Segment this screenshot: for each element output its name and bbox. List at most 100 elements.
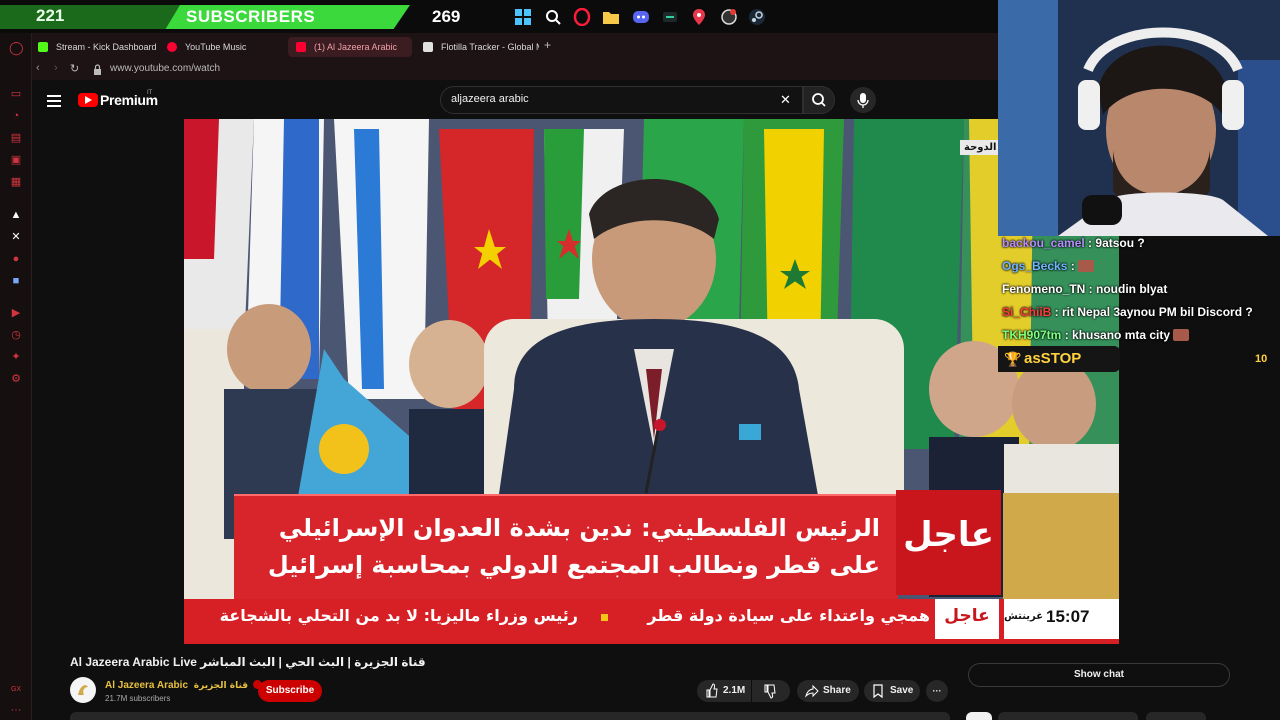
location-tag: الدوحة bbox=[960, 140, 1001, 155]
search-button[interactable] bbox=[803, 86, 835, 114]
sidebar-x-icon[interactable]: ✕ bbox=[9, 230, 23, 244]
share-icon bbox=[805, 680, 819, 711]
chat-username: Ogs_Becks bbox=[1002, 259, 1068, 273]
subscriber-count-box bbox=[0, 5, 180, 29]
al-jazeera-avatar-icon bbox=[78, 685, 88, 695]
app-icon[interactable] bbox=[659, 6, 681, 28]
filter-chip-from-channel[interactable] bbox=[998, 712, 1138, 720]
sidebar-twitch-icon[interactable]: ▣ bbox=[9, 153, 23, 167]
tab-youtube-music[interactable]: YouTube Music bbox=[159, 37, 284, 57]
chat-message: TKH907tm : khusano mta city bbox=[1002, 328, 1190, 342]
description-panel[interactable] bbox=[70, 712, 950, 720]
recording-app-icon[interactable] bbox=[718, 6, 740, 28]
sidebar-kick-icon[interactable]: ▲ bbox=[9, 208, 23, 222]
location-pin-icon[interactable] bbox=[688, 6, 710, 28]
kick-icon bbox=[38, 42, 48, 52]
tab-label: Stream - Kick Dashboard bbox=[56, 42, 157, 52]
filter-chip-all[interactable] bbox=[966, 712, 992, 720]
sidebar-player-icon[interactable]: ▶ bbox=[9, 306, 23, 320]
sidebar-store-icon[interactable]: ▤ bbox=[9, 131, 23, 145]
reload-icon[interactable]: ↻ bbox=[70, 62, 79, 75]
subscriber-count: 221 bbox=[36, 6, 65, 25]
chat-text: rit Nepal 3aynou PM bil Discord ? bbox=[1062, 305, 1253, 319]
tab-label: YouTube Music bbox=[185, 42, 247, 52]
clear-search-icon[interactable]: ✕ bbox=[780, 92, 791, 108]
webcam-scene bbox=[998, 0, 1280, 236]
emote-icon bbox=[1078, 260, 1095, 272]
tab-label: (1) Al Jazeera Arabic bbox=[314, 42, 398, 52]
emote-icon bbox=[1173, 329, 1190, 341]
chat-text: 9atsou ? bbox=[1095, 236, 1145, 250]
streamer-webcam bbox=[998, 0, 1280, 236]
thumbs-up-icon bbox=[706, 680, 718, 711]
sidebar-music-icon[interactable]: ▦ bbox=[9, 175, 23, 189]
bookmark-icon bbox=[872, 680, 884, 711]
region-code: IT bbox=[147, 90, 153, 96]
flotilla-icon bbox=[423, 42, 433, 52]
channel-name[interactable]: Al Jazeera Arabic قناة الجزيرة bbox=[105, 680, 262, 691]
ticker-urgent-label: عاجل bbox=[944, 606, 990, 626]
tab-al-jazeera[interactable]: (1) Al Jazeera Arabic bbox=[288, 37, 412, 57]
new-tab-button[interactable]: + bbox=[544, 38, 551, 52]
chat-message: backou_camel : 9atsou ? bbox=[1002, 236, 1145, 250]
sidebar-youtube-icon[interactable]: ● bbox=[9, 252, 23, 266]
channel-name-ar: قناة الجزيرة bbox=[193, 681, 249, 691]
forward-icon[interactable]: › bbox=[54, 62, 58, 74]
headline-line-2: على قطر ونطالب المجتمع الدولي بمحاسبة إس… bbox=[267, 551, 880, 579]
save-button[interactable]: Save bbox=[864, 680, 920, 702]
goal-name: asSTOP bbox=[1024, 350, 1082, 367]
subscriber-goal: 269 bbox=[432, 7, 461, 26]
chat-username: Fenomeno_TN bbox=[1002, 282, 1086, 296]
opera-logo-icon[interactable]: ◯ bbox=[9, 41, 24, 55]
tab-flotilla-tracker[interactable]: Flotilla Tracker - Global M bbox=[415, 37, 539, 57]
sidebar-messenger-icon[interactable]: ▭ bbox=[9, 87, 23, 101]
show-chat-button[interactable]: Show chat bbox=[968, 663, 1230, 687]
opera-gx-icon[interactable] bbox=[571, 6, 593, 28]
time-zone-label: غرينتش bbox=[1004, 611, 1044, 622]
tab-kick-dashboard[interactable]: Stream - Kick Dashboard bbox=[30, 37, 160, 57]
youtube-music-icon bbox=[167, 42, 177, 52]
sidebar-limiter-icon[interactable]: ◔ bbox=[9, 109, 23, 123]
windows-start-icon[interactable] bbox=[512, 6, 534, 28]
sidebar-extensions-icon[interactable]: ✦ bbox=[9, 350, 23, 364]
al-jazeera-logo-icon bbox=[1003, 493, 1119, 599]
chat-message: Fenomeno_TN : noudin blyat bbox=[1002, 282, 1168, 296]
sidebar-gx-icon[interactable]: GX bbox=[9, 683, 23, 697]
chat-text: noudin blyat bbox=[1096, 282, 1168, 296]
channel-avatar[interactable] bbox=[70, 677, 96, 703]
sidebar-history-icon[interactable]: ◷ bbox=[9, 328, 23, 342]
chat-text: khusano mta city bbox=[1072, 328, 1171, 342]
like-button[interactable]: 2.1M bbox=[697, 680, 751, 702]
steam-icon[interactable] bbox=[746, 6, 768, 28]
like-count: 2.1M bbox=[723, 685, 746, 696]
ticker-text-previous: همجي واعتداء على سيادة دولة قطر bbox=[647, 606, 930, 625]
broadcast-time: 15:07 bbox=[1046, 607, 1090, 626]
share-label: Share bbox=[823, 685, 851, 696]
ticker-text: رئيس وزراء ماليزيا: لا بد من التحلي بالش… bbox=[219, 606, 578, 625]
channel-subscriber-count: 21.7M subscribers bbox=[105, 694, 171, 703]
back-icon[interactable]: ‹ bbox=[36, 62, 40, 74]
chat-username: TKH907tm bbox=[1002, 328, 1062, 342]
url-field[interactable]: www.youtube.com/watch bbox=[110, 63, 220, 74]
hamburger-menu-icon[interactable] bbox=[47, 94, 61, 107]
search-icon[interactable] bbox=[542, 6, 564, 28]
dislike-button[interactable] bbox=[752, 680, 790, 702]
discord-icon[interactable] bbox=[630, 6, 652, 28]
sidebar-more-icon[interactable]: ··· bbox=[9, 703, 23, 717]
sidebar-messages-icon[interactable]: ■ bbox=[9, 274, 23, 288]
trophy-icon: 🏆 bbox=[1004, 351, 1022, 367]
search-icon bbox=[812, 93, 826, 107]
filter-chip-world[interactable] bbox=[1146, 712, 1206, 720]
save-label: Save bbox=[890, 685, 914, 696]
sidebar-settings-icon[interactable]: ⚙ bbox=[9, 372, 23, 386]
more-actions-button[interactable]: ··· bbox=[926, 680, 948, 702]
chat-username: backou_camel bbox=[1002, 236, 1085, 250]
goal-value: 10 bbox=[1255, 353, 1268, 365]
voice-search-button[interactable] bbox=[850, 87, 876, 113]
folder-icon[interactable] bbox=[600, 6, 622, 28]
share-button[interactable]: Share bbox=[797, 680, 859, 702]
subscribe-button[interactable]: Subscribe bbox=[258, 680, 322, 702]
tab-label: Flotilla Tracker - Global M bbox=[441, 42, 539, 52]
ticker-separator-icon bbox=[601, 614, 608, 621]
channel-name-en: Al Jazeera Arabic bbox=[105, 680, 189, 691]
